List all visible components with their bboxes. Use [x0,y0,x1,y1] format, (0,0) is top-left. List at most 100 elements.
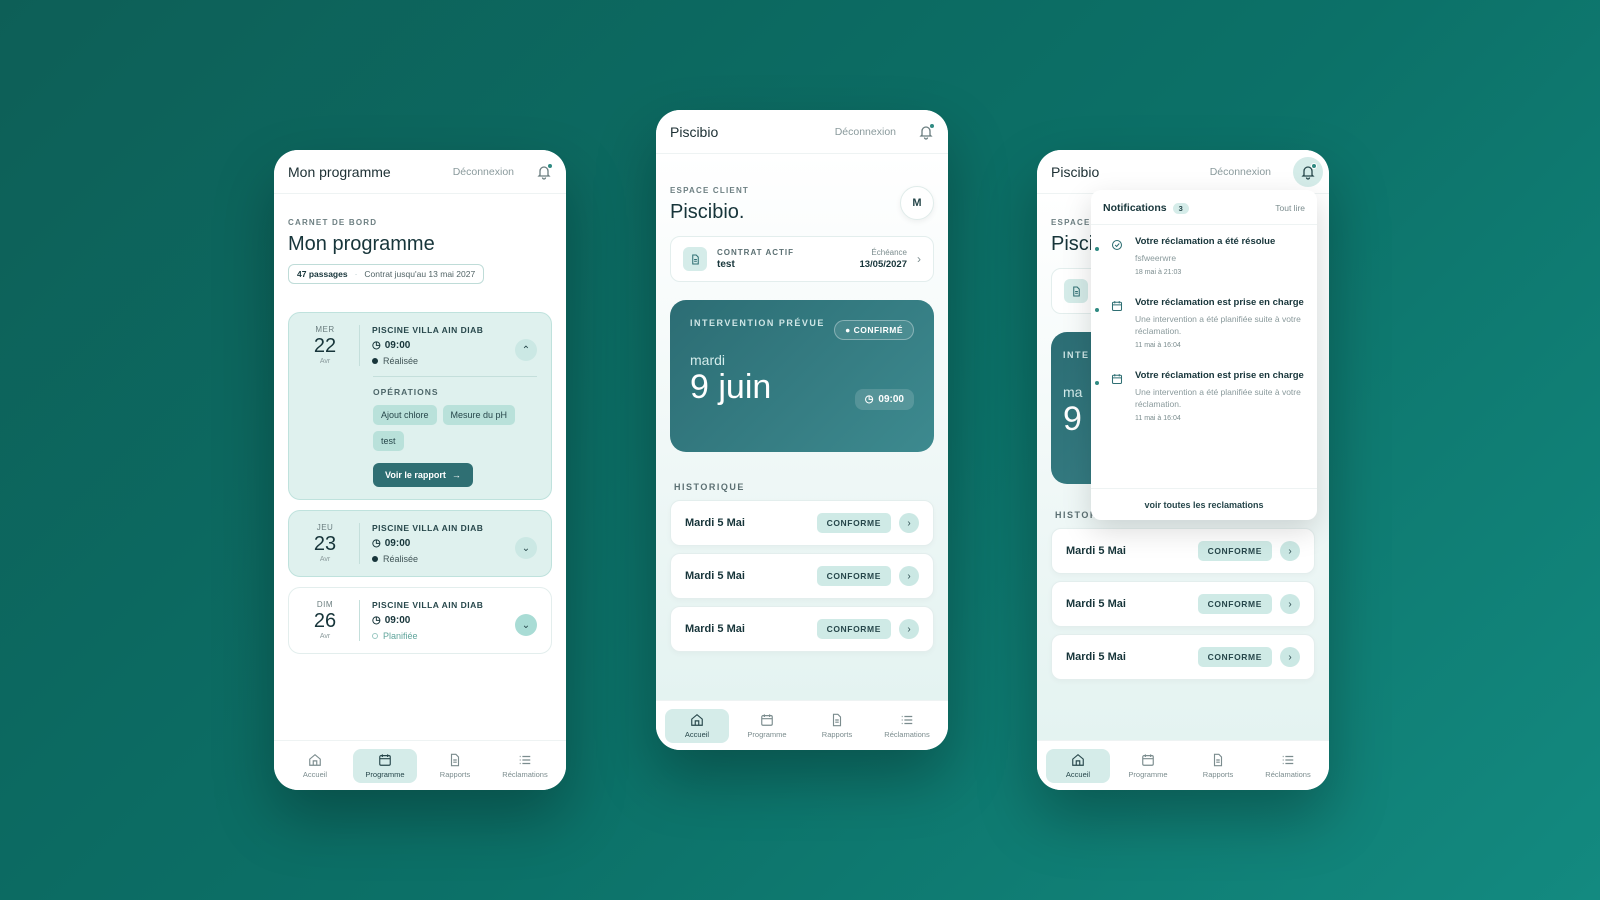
logout-link[interactable]: Déconnexion [453,166,514,178]
time-value: 09:00 [384,615,411,626]
status-badge: CONFORME [816,513,891,533]
contract-due: Échéance 13/05/2027 [859,248,907,270]
expand-chevron-icon[interactable]: ⌄ [515,614,537,636]
tab-bar: Accueil Programme Rapports Réclamations [274,740,566,790]
day-of-week: MER [315,325,335,334]
tab-rapports[interactable]: Rapports [805,709,869,743]
notification-item[interactable]: Votre réclamation a été résolue fsfweerw… [1091,225,1317,286]
document-icon [1064,279,1088,303]
clock-icon: ◷ [372,340,381,351]
day-card-26[interactable]: DIM 26 Avr PISCINE VILLA AIN DIAB ◷ 09:00… [288,587,552,654]
status-badge: CONFORME [1197,541,1272,561]
tab-label: Programme [747,729,787,739]
day-card-23[interactable]: JEU 23 Avr PISCINE VILLA AIN DIAB ◷ 09:00… [288,510,552,577]
logout-link[interactable]: Déconnexion [1210,166,1271,178]
status-badge: CONFORME [1197,594,1272,614]
notification-date: 18 mai à 21:03 [1135,269,1182,276]
home-body: ESPACE CLIENT Piscibio. M CONTRAT ACTIF … [656,154,948,700]
notifications-header: Notifications 3 Tout lire [1091,190,1317,225]
date-block: DIM 26 Avr [303,600,347,641]
calendar-icon [1107,296,1127,316]
view-all-claims-link[interactable]: voir toutes les reclamations [1091,488,1317,520]
collapse-chevron-icon[interactable]: ⌃ [515,339,537,361]
notification-item[interactable]: Votre réclamation est prise en charge Un… [1091,286,1317,359]
phone-programme: Mon programme Déconnexion CARNET DE BORD… [274,150,566,790]
active-contract-card[interactable]: CONTRAT ACTIF test Échéance 13/05/2027 › [670,236,934,282]
tab-accueil[interactable]: Accueil [665,708,729,743]
site-name: PISCINE VILLA AIN DIAB [372,600,484,610]
status-badge: CONFORME [816,619,891,639]
bell-icon[interactable] [918,122,935,140]
next-intervention-card[interactable]: INTERVENTION PRÉVUE ● CONFIRMÉ mardi 9 j… [670,300,934,452]
tab-programme[interactable]: Programme [1116,749,1180,783]
tab-label: Réclamations [502,769,548,779]
unread-dot [929,122,935,129]
calendar-icon [1142,753,1154,766]
tab-accueil[interactable]: Accueil [1046,748,1110,783]
top-bar: Piscibio Déconnexion [656,110,948,154]
status-dot [372,556,378,562]
visit-status: Réalisée [372,356,483,366]
due-date: 13/05/2027 [859,259,907,270]
calendar-icon [1107,369,1127,389]
operations-section: OPÉRATIONS Ajout chlore Mesure du pH tes… [373,376,537,487]
chevron-right-icon[interactable]: › [899,619,919,639]
day-card-22[interactable]: MER 22 Avr PISCINE VILLA AIN DIAB ◷ 09:00… [288,312,552,500]
bell-button[interactable] [1293,156,1323,187]
notifications-count-badge: 3 [1172,202,1189,214]
bell-icon[interactable] [536,162,553,180]
month: Avr [319,556,331,563]
tab-programme[interactable]: Programme [735,709,799,743]
status-dot [372,358,378,364]
divider [359,325,360,366]
history-row[interactable]: Mardi 5 Mai CONFORME › [670,606,934,652]
month: Avr [319,358,331,365]
chevron-right-icon[interactable]: › [1280,541,1300,561]
top-bar: Mon programme Déconnexion [274,150,566,194]
chevron-right-icon[interactable]: › [1280,594,1300,614]
tab-rapports[interactable]: Rapports [423,749,487,783]
chevron-right-icon[interactable]: › [1280,647,1300,667]
history-date: Mardi 5 Mai [1066,545,1126,557]
notification-title: Votre réclamation a été résolue [1135,236,1276,247]
history-date: Mardi 5 Mai [685,517,745,529]
day-of-week: DIM [316,600,334,609]
contract-label: CONTRAT ACTIF [717,248,794,257]
brand-title: Piscibio. [670,201,745,223]
visit-time: ◷ 09:00 [372,340,483,351]
chevron-right-icon[interactable]: › [899,566,919,586]
notification-item[interactable]: Votre réclamation est prise en charge Un… [1091,359,1317,432]
list-icon [1282,755,1294,764]
tab-accueil[interactable]: Accueil [283,749,347,783]
arrow-right-icon: → [451,470,461,480]
history-row[interactable]: Mardi 5 Mai CONFORME › [670,500,934,546]
notification-text: Une intervention a été planifiée suite à… [1135,387,1301,409]
visit-info: PISCINE VILLA AIN DIAB ◷ 09:00 Réalisée [372,325,483,366]
notification-text: Une intervention a été planifiée suite à… [1135,314,1301,336]
date-block: JEU 23 Avr [303,523,347,564]
logout-link[interactable]: Déconnexion [835,126,896,138]
history-row[interactable]: Mardi 5 Mai CONFORME › [1051,528,1315,574]
day-number: 22 [313,335,337,357]
notifications-title: Notifications 3 [1103,202,1189,214]
history-row[interactable]: Mardi 5 Mai CONFORME › [1051,581,1315,627]
tab-reclamations[interactable]: Réclamations [1256,749,1320,783]
clock-icon: ◷ [372,615,381,626]
tab-reclamations[interactable]: Réclamations [875,709,939,743]
avatar[interactable]: M [900,186,934,220]
expand-chevron-icon[interactable]: ⌄ [515,537,537,559]
view-report-button[interactable]: Voir le rapport → [373,463,473,487]
mark-all-read-link[interactable]: Tout lire [1275,203,1305,213]
history-row[interactable]: Mardi 5 Mai CONFORME › [670,553,934,599]
chevron-right-icon[interactable]: › [899,513,919,533]
operation-tag: Mesure du pH [442,405,516,425]
tab-rapports[interactable]: Rapports [1186,749,1250,783]
tab-programme[interactable]: Programme [353,748,417,783]
notification-text: fsfweerwre [1135,253,1177,263]
notification-title: Votre réclamation est prise en charge [1135,370,1304,381]
tab-reclamations[interactable]: Réclamations [493,749,557,783]
history-row[interactable]: Mardi 5 Mai CONFORME › [1051,634,1315,680]
notification-title: Votre réclamation est prise en charge [1135,297,1304,308]
divider [359,600,360,641]
clock-icon: ◷ [864,394,874,405]
